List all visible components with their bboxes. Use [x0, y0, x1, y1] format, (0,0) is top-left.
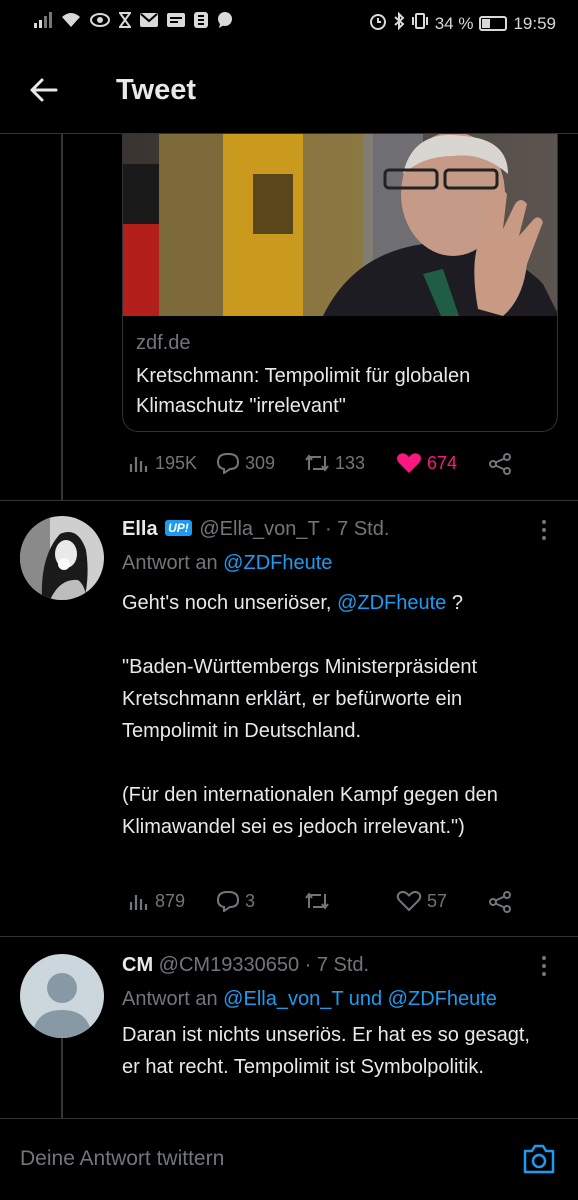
hourglass-icon	[118, 12, 132, 33]
mention-link[interactable]: @ZDFheute	[223, 552, 332, 574]
like-count: 57	[427, 890, 448, 911]
divider	[0, 500, 578, 501]
heart-filled-icon	[396, 452, 422, 474]
reply-button[interactable]: 309	[216, 452, 275, 474]
reply-input[interactable]: Deine Antwort twittern	[20, 1147, 224, 1171]
tweet-paragraph: Geht's noch unseriöser, @ZDFheute ?	[122, 587, 562, 619]
thread-connector-line	[61, 1038, 63, 1118]
retweet-count: 133	[335, 452, 366, 473]
views-icon	[128, 452, 150, 474]
page-title: Tweet	[116, 74, 197, 106]
heart-outline-icon	[396, 890, 422, 912]
article-image	[123, 134, 557, 316]
replying-to: Antwort an @Ella_von_T und @ZDFheute	[122, 988, 497, 1011]
app-notification-icon	[194, 12, 208, 33]
chat-icon	[217, 12, 233, 33]
tweet-header: Ella UP! @Ella_von_T · 7 Std.	[122, 518, 389, 541]
tweet-text: Geht's noch unseriöser, @ZDFheute ? "Bad…	[122, 587, 562, 843]
share-icon	[488, 452, 512, 476]
retweet-button[interactable]	[304, 890, 335, 912]
news-icon	[167, 13, 185, 32]
tweet-paragraph: (Für den internationalen Kampf gegen den…	[122, 784, 498, 838]
views-count: 879	[155, 890, 186, 911]
retweet-icon	[304, 452, 330, 474]
mention-link[interactable]: @ZDFheute	[337, 592, 446, 614]
top-app-bar: Tweet	[0, 46, 578, 134]
camera-icon[interactable]	[522, 1143, 556, 1175]
tweet-paragraph: "Baden-Württembergs Ministerpräsident Kr…	[122, 656, 478, 742]
reply-count: 309	[245, 452, 276, 473]
more-options-icon[interactable]	[542, 520, 548, 544]
views-button[interactable]: 879	[128, 890, 185, 912]
wifi-icon	[61, 12, 81, 33]
display-name[interactable]: CM	[122, 954, 153, 976]
display-name[interactable]: Ella	[122, 518, 158, 540]
views-button[interactable]: 195K	[128, 452, 197, 474]
user-handle[interactable]: @Ella_von_T	[199, 518, 319, 540]
mail-icon	[140, 13, 158, 32]
replying-to-label: Antwort an	[122, 988, 218, 1010]
clock: 19:59	[513, 13, 556, 33]
replying-to-and: und	[348, 988, 383, 1010]
share-button[interactable]	[488, 890, 512, 914]
status-icons-right: 34 % 19:59	[369, 11, 556, 35]
reply-icon	[216, 452, 240, 474]
card-domain: zdf.de	[136, 332, 191, 354]
battery-icon	[479, 16, 508, 31]
replying-to-label: Antwort an	[122, 552, 218, 574]
like-button[interactable]: 674	[396, 452, 457, 474]
link-preview-card[interactable]: zdf.de Kretschmann: Tempolimit für globa…	[122, 134, 558, 432]
signal-icon	[34, 12, 52, 33]
like-button[interactable]: 57	[396, 890, 447, 912]
mention-link[interactable]: @Ella_von_T	[223, 988, 343, 1010]
replying-to: Antwort an @ZDFheute	[122, 552, 332, 575]
avatar[interactable]	[20, 516, 104, 600]
retweet-icon	[304, 890, 330, 912]
alarm-icon	[369, 12, 387, 35]
battery-percent: 34 %	[434, 13, 474, 33]
thread-connector-line	[61, 134, 63, 500]
reply-count: 3	[245, 890, 256, 911]
tweet-text-segment: ?	[451, 592, 463, 614]
eye-icon	[90, 13, 110, 32]
status-bar: 34 % 19:59	[0, 0, 578, 46]
card-title[interactable]: Kretschmann: Tempolimit für globalen Kli…	[136, 361, 551, 421]
reply1-action-bar: 879 3 57	[0, 886, 578, 920]
retweet-button[interactable]: 133	[304, 452, 365, 474]
user-handle[interactable]: @CM19330650	[159, 954, 299, 976]
views-count: 195K	[155, 452, 198, 473]
status-icons-left	[34, 12, 233, 33]
reply-icon	[216, 890, 240, 912]
reply-button[interactable]: 3	[216, 890, 255, 912]
vibrate-icon	[411, 12, 429, 35]
timestamp: · 7 Std.	[304, 954, 370, 976]
bluetooth-icon	[393, 11, 405, 35]
main-tweet-action-bar: 195K 309 133 674	[0, 448, 578, 482]
user-badge: UP!	[165, 520, 192, 536]
more-options-icon[interactable]	[542, 956, 548, 980]
timestamp: · 7 Std.	[324, 518, 390, 540]
share-icon	[488, 890, 512, 914]
views-icon	[128, 890, 150, 912]
divider	[0, 936, 578, 937]
reply-composer[interactable]: Deine Antwort twittern	[0, 1118, 578, 1200]
tweet-header: CM @CM19330650 · 7 Std.	[122, 954, 369, 977]
back-arrow-icon[interactable]	[28, 74, 60, 106]
like-count: 674	[427, 452, 458, 473]
tweet-text: Daran ist nichts unseriös. Er hat es so …	[122, 1024, 530, 1078]
mention-link[interactable]: @ZDFheute	[388, 988, 497, 1010]
avatar[interactable]	[20, 954, 104, 1038]
tweet-text-segment: Geht's noch unseriöser,	[122, 592, 332, 614]
share-button[interactable]	[488, 452, 512, 476]
